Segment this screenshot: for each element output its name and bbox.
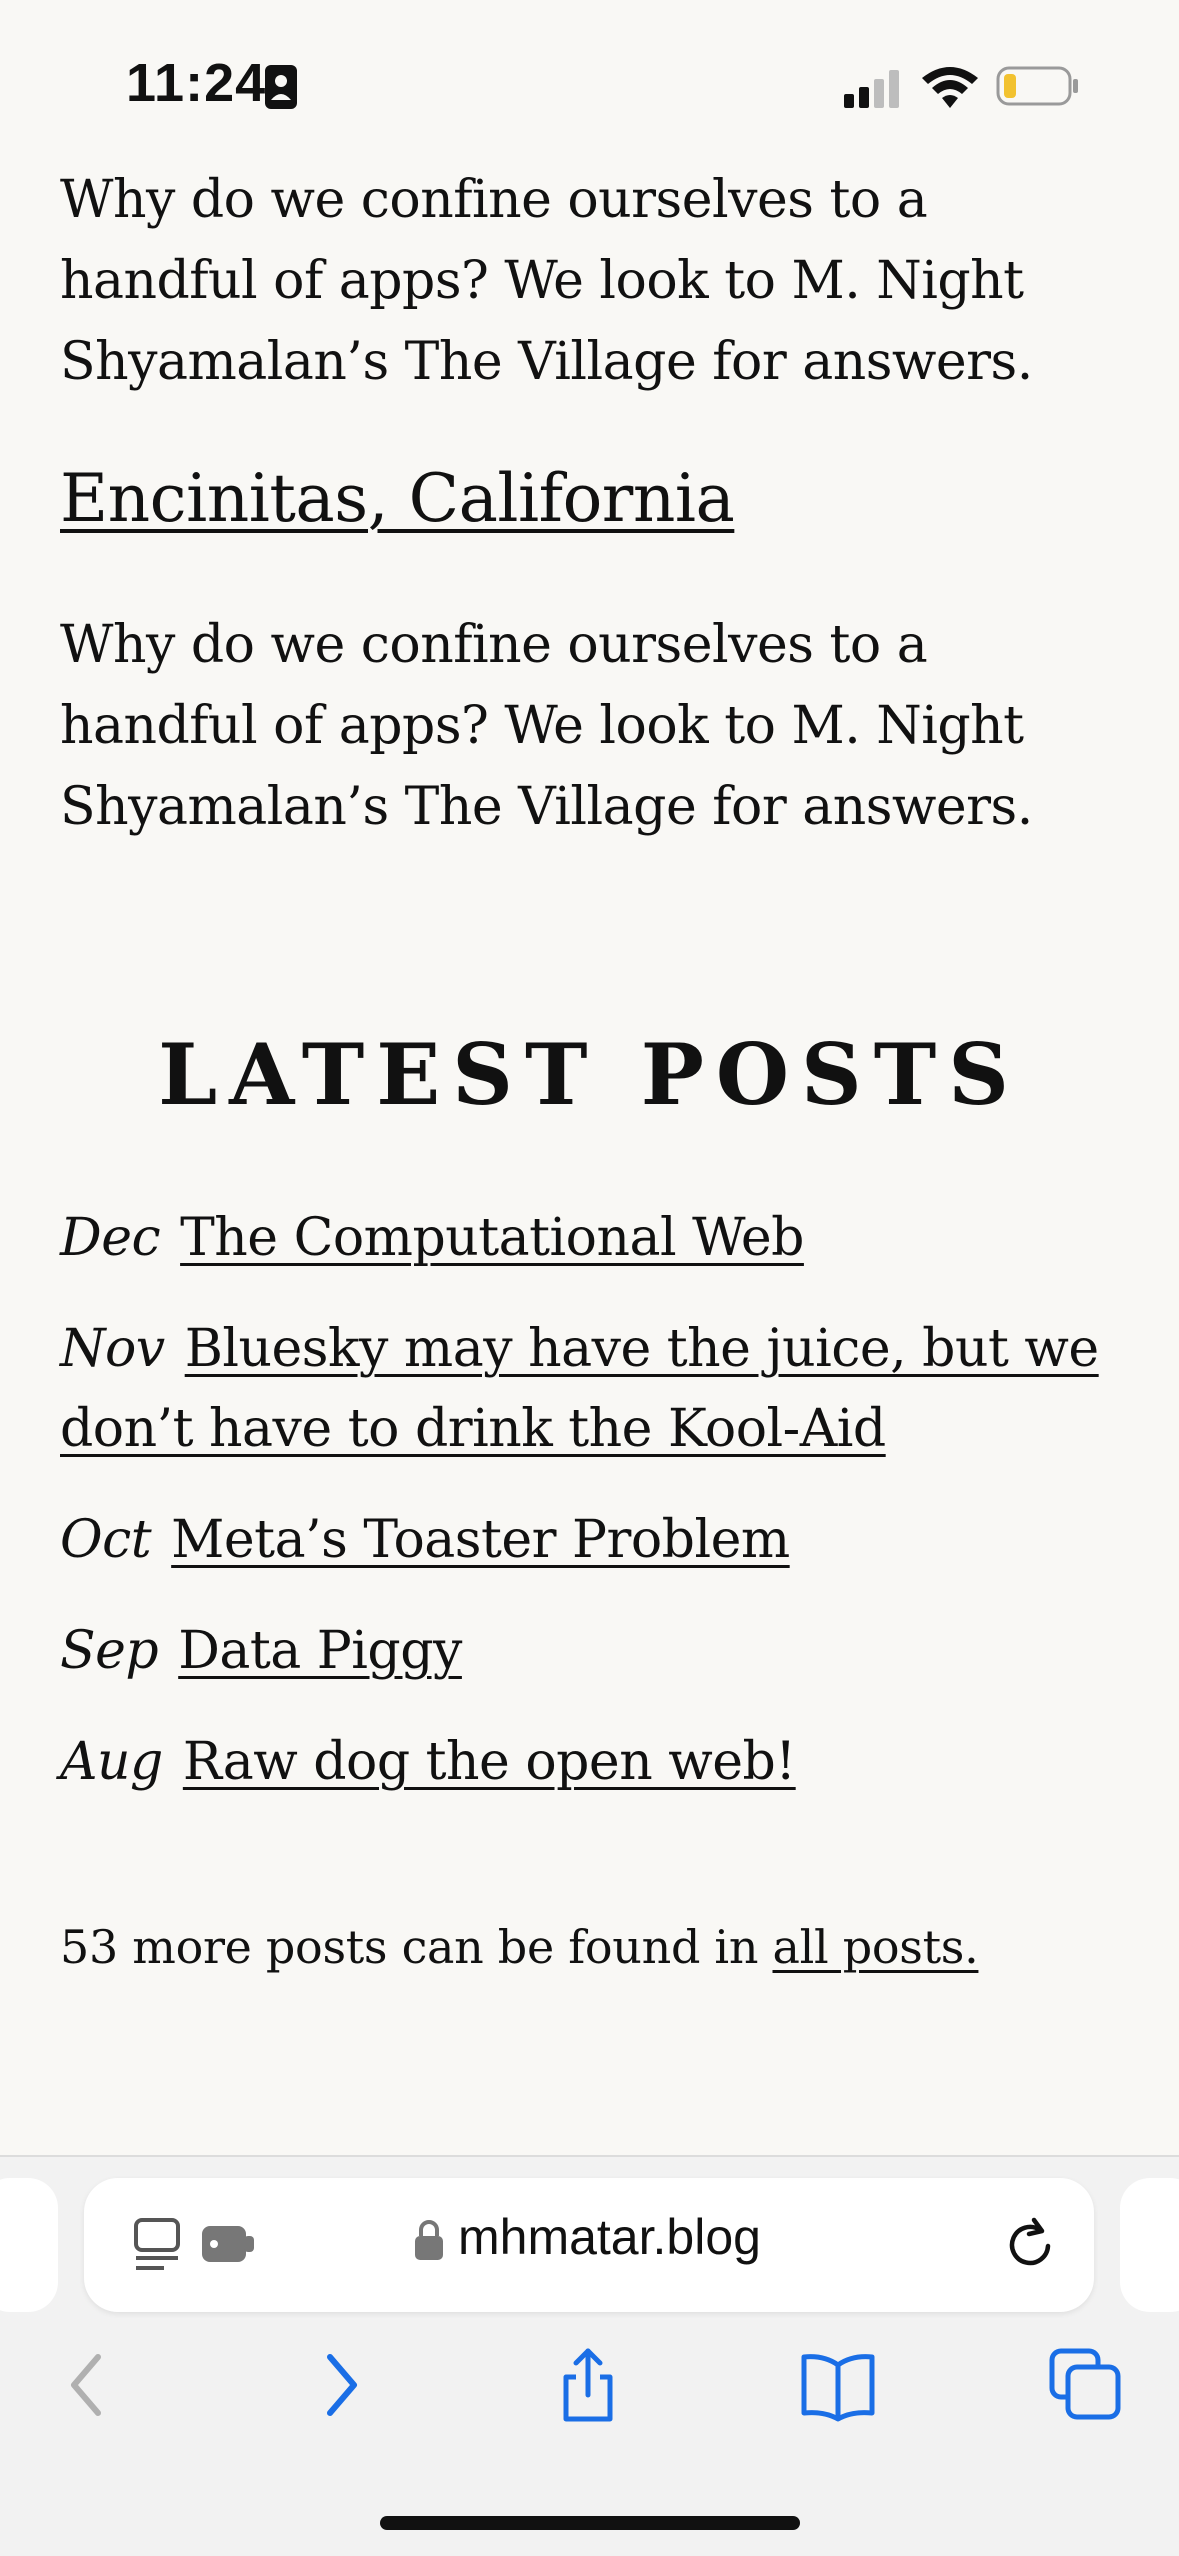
lock-icon (415, 2220, 443, 2260)
post-link[interactable]: Data Piggy (178, 1621, 462, 1681)
previous-tab-peek[interactable] (0, 2178, 58, 2312)
tabs-icon[interactable] (1046, 2345, 1126, 2425)
post-month: Dec (60, 1208, 161, 1268)
reload-icon[interactable] (1002, 2214, 1060, 2272)
latest-posts-heading: LATEST POSTS (158, 1025, 1021, 1124)
list-item: Nov Bluesky may have the juice, but we do… (60, 1309, 1130, 1469)
list-item: Oct Meta’s Toaster Problem (60, 1500, 1130, 1580)
address-bar[interactable]: mhmatar.blog (84, 2178, 1094, 2312)
post-link[interactable]: The Computational Web (180, 1208, 804, 1268)
description-paragraph: Why do we confine ourselves to a handful… (60, 170, 1033, 392)
post-month: Aug (60, 1732, 163, 1792)
post-link[interactable]: Meta’s Toaster Problem (171, 1510, 790, 1570)
wifi-icon (922, 67, 978, 108)
signal-icon (844, 70, 899, 108)
status-time: 11:24 (126, 53, 267, 113)
list-item: Aug Raw dog the open web! (60, 1722, 1130, 1802)
description-paragraph: Why do we confine ourselves to a handful… (60, 615, 1033, 837)
id-card-icon (265, 65, 297, 109)
next-tab-peek[interactable] (1120, 2178, 1179, 2312)
more-posts-text: 53 more posts can be found in (60, 1920, 773, 1974)
more-posts-note: 53 more posts can be found in all posts. (60, 1920, 979, 1974)
status-bar: 11:24 (0, 0, 1179, 150)
post-month: Oct (60, 1510, 152, 1570)
home-indicator (380, 2516, 800, 2530)
post-month: Nov (60, 1319, 165, 1379)
url-text[interactable]: mhmatar.blog (458, 2208, 761, 2266)
post-link[interactable]: Raw dog the open web! (183, 1732, 796, 1792)
share-icon[interactable] (548, 2345, 628, 2425)
list-item: Dec The Computational Web (60, 1198, 1130, 1278)
bookmarks-icon[interactable] (798, 2345, 878, 2425)
back-icon[interactable] (48, 2345, 128, 2425)
post-month: Sep (60, 1621, 159, 1681)
reader-icon[interactable] (134, 2216, 264, 2274)
location-link[interactable]: Encinitas, California (60, 460, 735, 537)
posts-list: Dec The Computational Web Nov Bluesky may … (60, 1198, 1130, 1833)
battery-icon (996, 66, 1078, 106)
forward-icon[interactable] (300, 2345, 380, 2425)
all-posts-link[interactable]: all posts. (773, 1920, 979, 1974)
post-link[interactable]: Bluesky may have the juice, but we don’t… (60, 1319, 1099, 1459)
list-item: Sep Data Piggy (60, 1611, 1130, 1691)
